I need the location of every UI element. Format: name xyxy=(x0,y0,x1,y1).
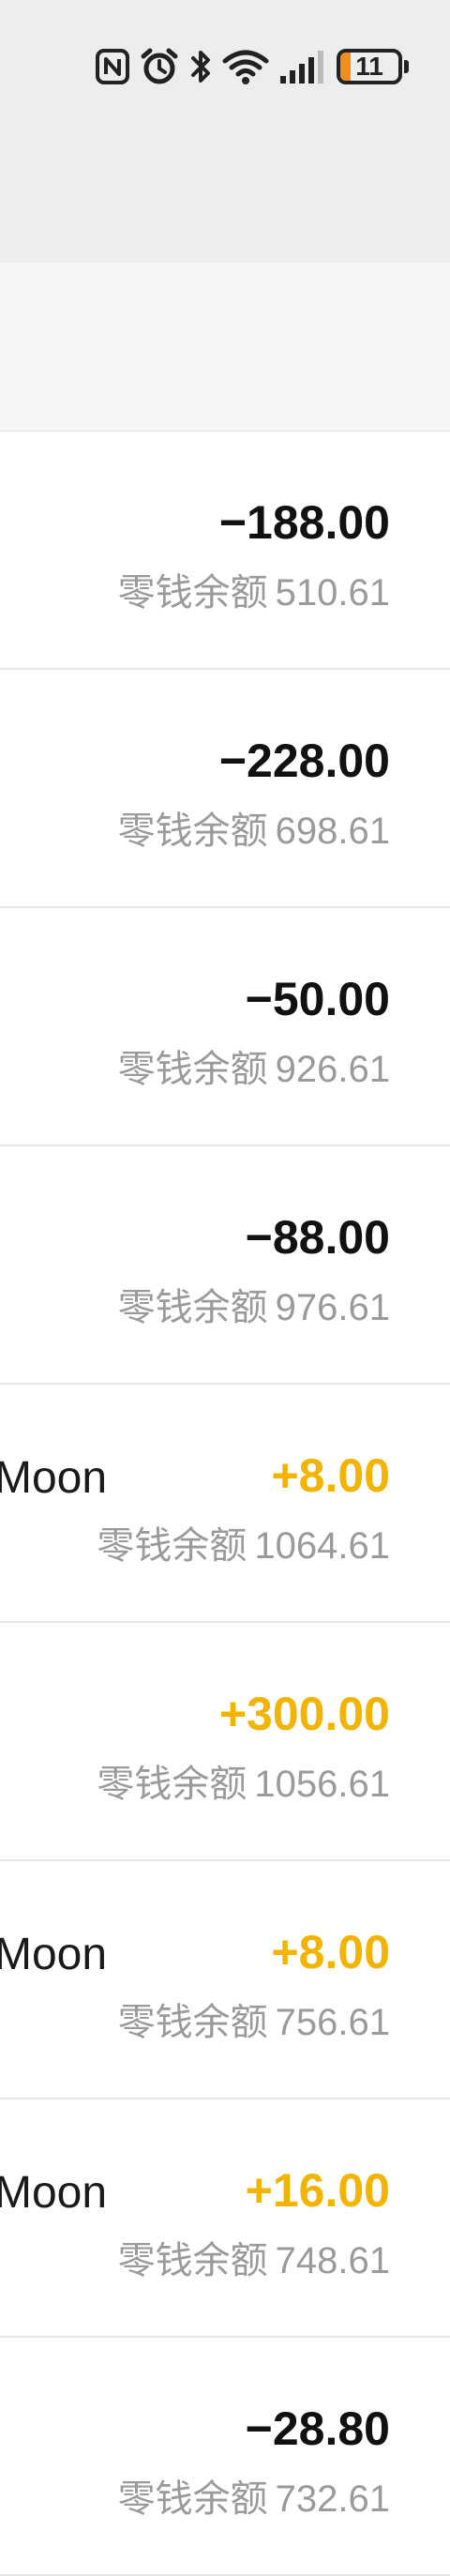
transaction-amount: −228.00 xyxy=(218,735,390,787)
transaction-amount: −28.80 xyxy=(245,2402,390,2455)
transaction-balance: 零钱余额 926.61 xyxy=(118,1051,390,1088)
balance-value: 732.61 xyxy=(275,2478,390,2520)
balance-value: 748.61 xyxy=(275,2240,390,2281)
transaction-amount: +16.00 xyxy=(245,2164,390,2217)
transaction-amount: +8.00 xyxy=(271,1449,390,1502)
transaction-amount: −188.00 xyxy=(218,496,390,549)
balance-value: 510.61 xyxy=(275,572,390,614)
balance-label: 零钱余额 xyxy=(117,2001,268,2044)
transaction-amount: −50.00 xyxy=(245,973,390,1025)
balance-label: 零钱余额 xyxy=(117,1048,268,1091)
transaction-row[interactable]: −88.00 零钱余额 976.61 xyxy=(0,1146,450,1385)
transaction-row[interactable]: −28.80 零钱余额 732.61 xyxy=(0,2338,450,2576)
balance-value: 976.61 xyxy=(275,1287,390,1328)
transaction-row[interactable]: Moon +16.00 零钱余额 748.61 xyxy=(0,2099,450,2338)
balance-label: 零钱余额 xyxy=(117,1286,268,1329)
transaction-amount: +300.00 xyxy=(218,1688,390,1740)
transaction-balance: 零钱余额 756.61 xyxy=(118,2004,390,2041)
transaction-list: −188.00 零钱余额 510.61 −228.00 零钱余额 698.61 −5… xyxy=(0,432,450,2576)
battery-icon: 11 xyxy=(337,49,402,84)
transaction-balance: 零钱余额 510.61 xyxy=(118,574,390,612)
transaction-balance: 零钱余额 748.61 xyxy=(118,2242,390,2280)
balance-label: 零钱余额 xyxy=(117,571,268,614)
signal-icon xyxy=(280,51,323,83)
transaction-balance: 零钱余额 1064.61 xyxy=(97,1527,390,1565)
balance-value: 926.61 xyxy=(275,1049,390,1090)
transaction-amount: −88.00 xyxy=(245,1211,390,1264)
balance-value: 698.61 xyxy=(275,811,390,852)
transaction-balance: 零钱余额 698.61 xyxy=(118,812,390,850)
transaction-row[interactable]: Moon +8.00 零钱余额 756.61 xyxy=(0,1861,450,2099)
balance-value: 756.61 xyxy=(275,2002,390,2043)
nfc-icon xyxy=(96,49,129,84)
battery-nub xyxy=(404,60,409,73)
transaction-name: Moon xyxy=(0,1930,108,1979)
battery-level: 11 xyxy=(355,52,383,81)
transaction-name: Moon xyxy=(0,1453,108,1503)
filter-bar xyxy=(0,263,450,432)
bluetooth-icon xyxy=(191,51,210,83)
balance-label: 零钱余额 xyxy=(117,810,268,853)
balance-label: 零钱余额 xyxy=(97,1524,248,1568)
wifi-icon xyxy=(222,50,269,84)
alarm-icon xyxy=(141,48,178,84)
status-icons: 11 xyxy=(95,47,409,86)
balance-label: 零钱余额 xyxy=(117,2239,268,2282)
transaction-row[interactable]: Moon +8.00 零钱余额 1064.61 xyxy=(0,1385,450,1623)
battery-fill xyxy=(340,53,352,81)
transaction-name: Moon xyxy=(0,2168,108,2218)
balance-value: 1056.61 xyxy=(254,1764,390,1805)
transaction-balance: 零钱余额 976.61 xyxy=(118,1289,390,1326)
balance-label: 零钱余额 xyxy=(97,1763,248,1806)
transaction-amount: +8.00 xyxy=(271,1926,390,1978)
transaction-balance: 零钱余额 732.61 xyxy=(118,2480,390,2518)
balance-label: 零钱余额 xyxy=(117,2478,268,2521)
transaction-row[interactable]: −228.00 零钱余额 698.61 xyxy=(0,670,450,908)
transaction-row[interactable]: +300.00 零钱余额 1056.61 xyxy=(0,1623,450,1861)
transaction-row[interactable]: −188.00 零钱余额 510.61 xyxy=(0,432,450,670)
transaction-row[interactable]: −50.00 零钱余额 926.61 xyxy=(0,908,450,1146)
status-bar: 11 xyxy=(0,0,450,263)
balance-value: 1064.61 xyxy=(254,1525,390,1567)
transaction-balance: 零钱余额 1056.61 xyxy=(97,1765,390,1803)
